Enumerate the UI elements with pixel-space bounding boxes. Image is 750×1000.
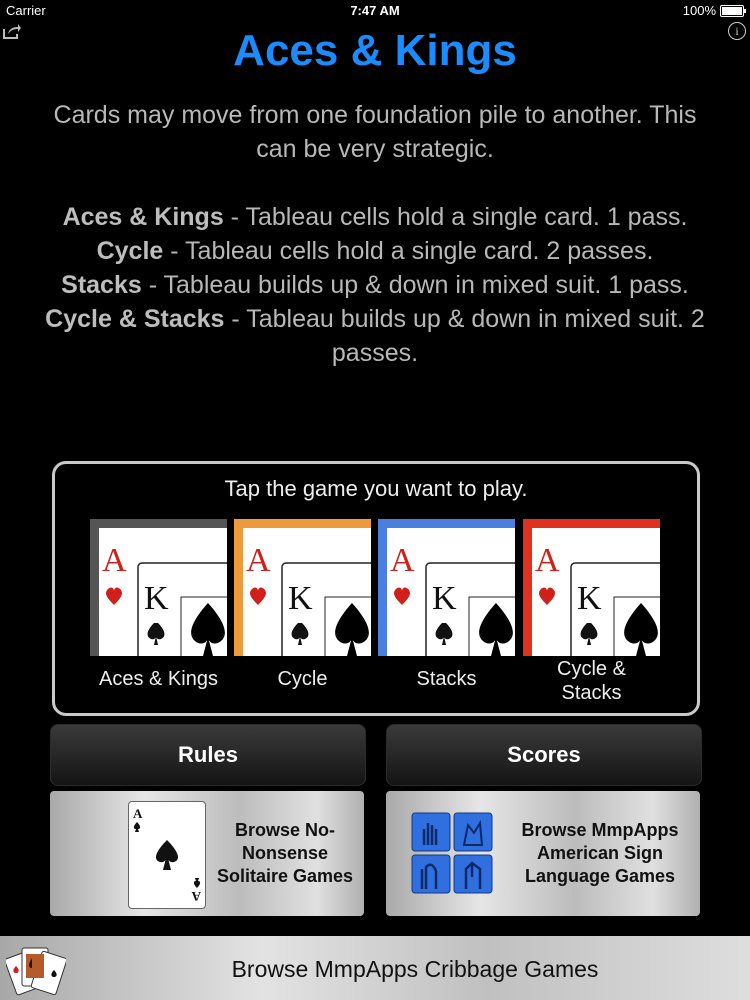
scores-button[interactable]: Scores [386, 724, 702, 786]
svg-text:A: A [535, 542, 560, 579]
svg-text:K: K [577, 580, 602, 617]
promo-line: Solitaire Games [216, 866, 354, 886]
svg-text:K: K [432, 580, 457, 617]
cribbage-label: Browse MmpApps Cribbage Games [231, 956, 599, 982]
game-label: Cycle & Stacks [557, 658, 626, 704]
game-option-cycle[interactable]: A K Cycle [234, 519, 371, 709]
game-label: Aces & Kings [99, 668, 218, 690]
svg-text:K: K [288, 580, 313, 617]
game-picker: Tap the game you want to play. A K Aces … [52, 461, 700, 716]
cards-icon: A K [523, 519, 660, 656]
game-picker-prompt: Tap the game you want to play. [224, 476, 528, 501]
battery-icon [720, 5, 746, 17]
cards-icon: A K [234, 519, 371, 656]
promo-line: American Sign [536, 843, 664, 863]
cards-icon: A K [90, 519, 227, 656]
rule-stacks: Stacks - Tableau builds up & down in mix… [61, 271, 689, 299]
game-option-aces-kings[interactable]: A K Aces & Kings [90, 519, 227, 709]
game-description: Cards may move from one foundation pile … [40, 98, 710, 370]
cards-icon: A K [378, 519, 515, 656]
page-title: Aces & Kings [233, 26, 517, 75]
clock: 7:47 AM [350, 3, 400, 18]
game-label: Cycle [277, 668, 328, 690]
battery-percent: 100% [682, 3, 716, 18]
browse-asl-button[interactable]: Browse MmpApps American Sign Language Ga… [386, 791, 700, 916]
promo-line: Nonsense [241, 843, 329, 863]
promo-line: Browse MmpApps [521, 820, 679, 840]
svg-text:A: A [390, 542, 415, 579]
svg-text:A: A [102, 542, 127, 579]
browse-cribbage-button[interactable]: Browse MmpApps Cribbage Games [0, 936, 750, 1000]
intro-text: Cards may move from one foundation pile … [53, 101, 697, 163]
status-bar: Carrier 7:47 AM 100% [0, 0, 750, 22]
rule-aces-kings: Aces & Kings - Tableau cells hold a sing… [62, 203, 688, 231]
sign-language-icon [411, 812, 493, 894]
rules-button[interactable]: Rules [50, 724, 366, 786]
playing-cards-icon [6, 947, 66, 996]
game-option-cycle-stacks[interactable]: A K Cycle & Stacks [523, 519, 660, 709]
ace-of-spades-icon: A A [128, 801, 206, 909]
svg-text:K: K [144, 580, 169, 617]
game-label: Stacks [416, 668, 477, 690]
game-option-stacks[interactable]: A K Stacks [378, 519, 515, 709]
promo-line: Language Games [524, 866, 676, 886]
svg-text:A: A [191, 889, 201, 904]
rule-cycle: Cycle - Tableau cells hold a single card… [96, 237, 654, 265]
rule-cycle-stacks: Cycle & Stacks - Tableau builds up & dow… [45, 305, 705, 367]
svg-text:A: A [133, 806, 143, 821]
svg-text:A: A [246, 542, 271, 579]
promo-line: Browse No- [234, 820, 335, 840]
browse-solitaire-button[interactable]: A A Browse No- Nonsense Solitaire Games [50, 791, 364, 916]
